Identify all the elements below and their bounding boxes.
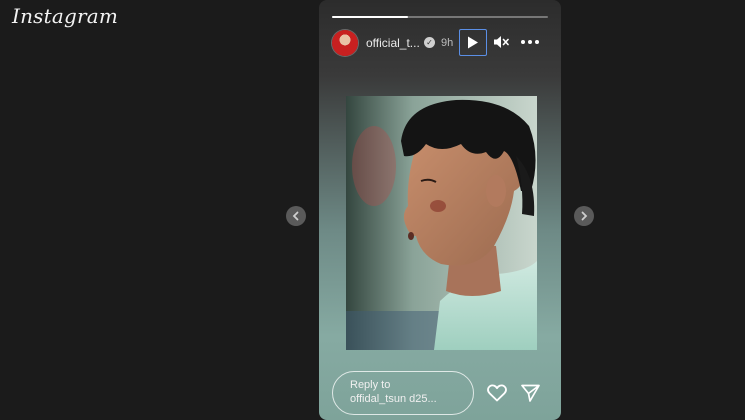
chevron-left-icon [292, 211, 299, 221]
story-time: 9h [441, 37, 454, 49]
volume-muted-icon[interactable] [493, 35, 509, 49]
instagram-logo[interactable]: Instagram [12, 4, 118, 28]
previous-story-button[interactable] [286, 206, 306, 226]
chevron-right-icon [581, 211, 588, 221]
play-button[interactable] [459, 29, 487, 56]
reply-input[interactable]: Reply to offidal_tsun d25... [332, 371, 474, 415]
story-header: official_t... ✓ 9h [319, 28, 561, 58]
reply-placeholder-line2: offidal_tsun d25... [350, 393, 437, 405]
heart-icon[interactable] [487, 384, 507, 402]
story-username[interactable]: official_t... [366, 36, 420, 50]
next-story-button[interactable] [574, 206, 594, 226]
player-portrait-image [346, 96, 537, 350]
send-icon[interactable] [521, 384, 540, 402]
verified-badge-icon: ✓ [424, 37, 435, 48]
story-progress-bar [332, 16, 548, 18]
more-options-icon[interactable] [521, 40, 539, 44]
story-progress-fill [332, 16, 408, 18]
story-photo [346, 96, 537, 350]
story-viewer[interactable]: official_t... ✓ 9h Reply to offidal_tsun… [319, 0, 561, 420]
reply-placeholder-line1: Reply to [350, 379, 391, 391]
avatar[interactable] [332, 30, 358, 56]
play-icon [468, 36, 478, 49]
